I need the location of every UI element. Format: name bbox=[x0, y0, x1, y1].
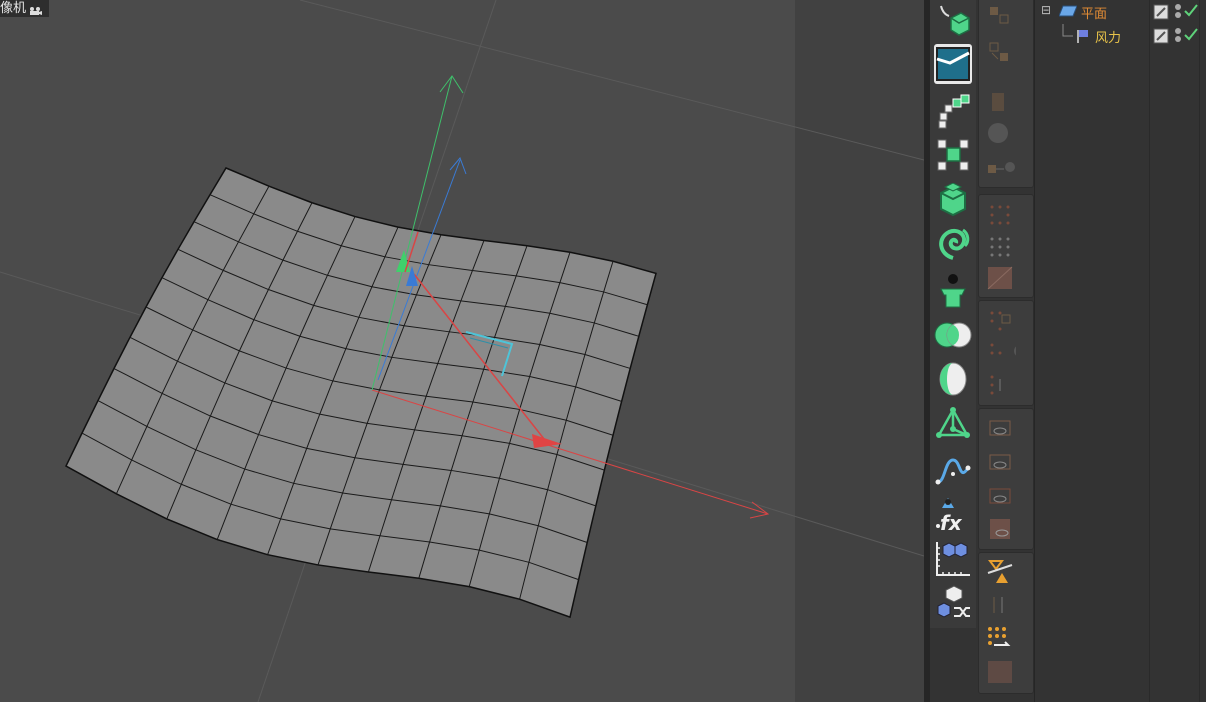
column-divider bbox=[1149, 0, 1150, 702]
character-icon[interactable] bbox=[933, 270, 973, 312]
viewport-scene[interactable] bbox=[0, 0, 924, 702]
disabled-texture-icon[interactable] bbox=[984, 263, 1016, 293]
enabled-check-icon[interactable] bbox=[1183, 26, 1199, 46]
enabled-check-icon[interactable] bbox=[1183, 2, 1199, 22]
wind-flag-icon bbox=[1075, 28, 1089, 48]
disabled-tool-icon[interactable] bbox=[984, 153, 1016, 183]
camera-label-text: 像机 bbox=[0, 1, 27, 16]
toolbar-empty-area bbox=[930, 628, 976, 702]
tool-group-2 bbox=[978, 194, 1034, 298]
tetrahedron-icon[interactable] bbox=[933, 404, 973, 446]
cloner-icon[interactable] bbox=[933, 134, 973, 176]
object-name[interactable]: 风力 bbox=[1095, 27, 1121, 46]
object-row-plane[interactable]: ⊟ 平面 bbox=[1035, 0, 1206, 24]
disabled-tool-icon[interactable] bbox=[984, 37, 1016, 67]
edit-tag-icon[interactable] bbox=[1153, 4, 1169, 24]
bend-deformer-cube-icon[interactable] bbox=[933, 2, 973, 44]
disabled-texture-icon[interactable] bbox=[984, 657, 1016, 687]
spline-icon[interactable] bbox=[933, 450, 973, 492]
object-row-wind[interactable]: 风力 bbox=[1035, 24, 1206, 48]
object-manager: ⊟ 平面 风力 bbox=[1034, 0, 1206, 702]
plane-surface[interactable] bbox=[65, 167, 657, 619]
visibility-dots-icon[interactable] bbox=[1173, 27, 1183, 49]
3d-viewport[interactable]: 像机 bbox=[0, 0, 924, 702]
plane-mesh[interactable] bbox=[65, 167, 657, 619]
disabled-tool-icon[interactable] bbox=[984, 85, 1016, 115]
plane-icon bbox=[1058, 4, 1078, 22]
viewport-camera-label[interactable]: 像机 bbox=[0, 0, 50, 17]
object-name[interactable]: 平面 bbox=[1081, 3, 1107, 22]
extrude-cube-icon[interactable] bbox=[933, 180, 973, 222]
voronoi-fracture-icon[interactable] bbox=[934, 44, 972, 84]
disabled-view-icon[interactable] bbox=[984, 513, 1016, 543]
spiral-effector-icon[interactable] bbox=[933, 222, 973, 264]
edit-tag-icon[interactable] bbox=[1153, 28, 1169, 48]
disabled-view-icon[interactable] bbox=[984, 447, 1016, 477]
visibility-dots-icon[interactable] bbox=[1173, 3, 1183, 25]
point-grid-arrow-icon[interactable] bbox=[984, 623, 1016, 653]
disabled-points-icon[interactable] bbox=[984, 231, 1016, 261]
tool-group-3 bbox=[978, 300, 1034, 406]
x-axis-arrow bbox=[749, 501, 770, 519]
column-divider bbox=[1199, 0, 1200, 702]
mode-toolbar bbox=[976, 0, 1034, 702]
disabled-points-icon[interactable] bbox=[984, 199, 1016, 229]
svg-text:fx: fx bbox=[940, 511, 963, 534]
xpresso-fx-icon[interactable]: fx bbox=[933, 494, 973, 536]
random-effector-icon[interactable] bbox=[933, 582, 973, 624]
disabled-points-icon[interactable] bbox=[984, 337, 1026, 367]
disabled-tool-icon[interactable] bbox=[984, 119, 1016, 149]
disabled-tool-icon[interactable] bbox=[984, 1, 1016, 31]
array-cloner-icon[interactable] bbox=[933, 90, 973, 132]
tree-expander[interactable]: ⊟ bbox=[1041, 3, 1051, 17]
disabled-points-icon[interactable] bbox=[984, 369, 1016, 399]
sphere-shading-icon[interactable] bbox=[933, 358, 973, 400]
boolean-icon[interactable] bbox=[933, 314, 973, 356]
disabled-points-icon[interactable] bbox=[984, 305, 1016, 335]
mograph-matrix-icon[interactable] bbox=[933, 538, 973, 580]
tool-group-5 bbox=[978, 552, 1034, 694]
tree-connector bbox=[1061, 24, 1075, 44]
tool-group-4 bbox=[978, 408, 1034, 550]
disabled-view-icon[interactable] bbox=[984, 413, 1016, 443]
disabled-view-icon[interactable] bbox=[984, 481, 1016, 511]
disabled-tool-icon[interactable] bbox=[984, 589, 1016, 619]
tool-group-1 bbox=[978, 0, 1034, 188]
camera-icon[interactable] bbox=[29, 4, 43, 15]
snap-tool-icon[interactable] bbox=[984, 555, 1016, 585]
grid-line bbox=[299, 0, 924, 161]
object-toolbar: fx bbox=[930, 0, 977, 628]
